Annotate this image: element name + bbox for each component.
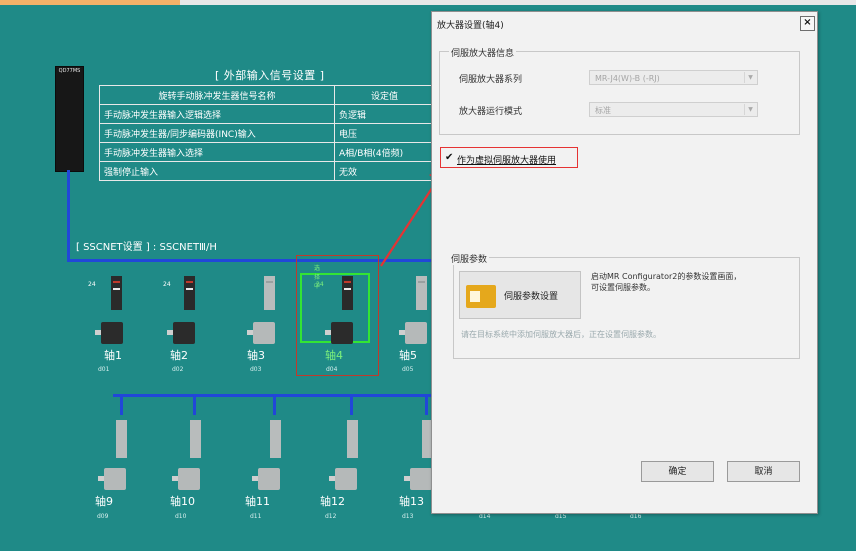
close-button[interactable]: × — [800, 16, 815, 31]
amp-series-label: 伺服放大器系列 — [459, 75, 523, 85]
group-title: 伺服放大器信息 — [449, 46, 517, 59]
amplifier-settings-dialog[interactable]: 放大器设置(轴4) × 伺服放大器信息 伺服放大器系列 MR-J4(W)-B (… — [431, 11, 818, 514]
parameter-settings-icon — [466, 285, 496, 308]
select-value: 标准 — [595, 106, 611, 115]
cancel-button[interactable]: 取消 — [727, 461, 800, 482]
virtual-amplifier-option[interactable]: ✔ 作为虚拟伺服放大器使用 — [440, 147, 578, 168]
servo-parameter-settings-button[interactable]: 伺服参数设置 — [459, 271, 581, 319]
dialog-title: 放大器设置(轴4) — [437, 21, 504, 31]
servo-parameter-note: 请在目标系统中添加伺服放大器后，正在设置伺服参数。 — [461, 330, 661, 339]
servo-parameter-description: 启动MR Configurator2的参数设置画面， 可设置伺服参数。 — [591, 272, 742, 292]
ok-button[interactable]: 确定 — [641, 461, 714, 482]
select-value: MR-J4(W)-B (-RJ) — [595, 74, 660, 83]
amp-series-select[interactable]: MR-J4(W)-B (-RJ) ▼ — [589, 70, 758, 85]
chevron-down-icon: ▼ — [744, 72, 756, 83]
group-title: 伺服参数 — [449, 252, 490, 265]
virtual-amplifier-label[interactable]: 作为虚拟伺服放大器使用 — [457, 153, 556, 166]
amp-info-group — [439, 51, 800, 135]
amp-mode-select[interactable]: 标准 ▼ — [589, 102, 758, 117]
button-label: 伺服参数设置 — [504, 292, 559, 302]
checkbox-checked-icon[interactable]: ✔ — [445, 152, 453, 163]
system-configuration-canvas: QD77MS [ 外部输入信号设置 ] 旋转手动脉冲发生器信号名称 设定值 手动… — [0, 0, 856, 551]
chevron-down-icon: ▼ — [744, 104, 756, 115]
amp-mode-label: 放大器运行模式 — [459, 107, 523, 117]
